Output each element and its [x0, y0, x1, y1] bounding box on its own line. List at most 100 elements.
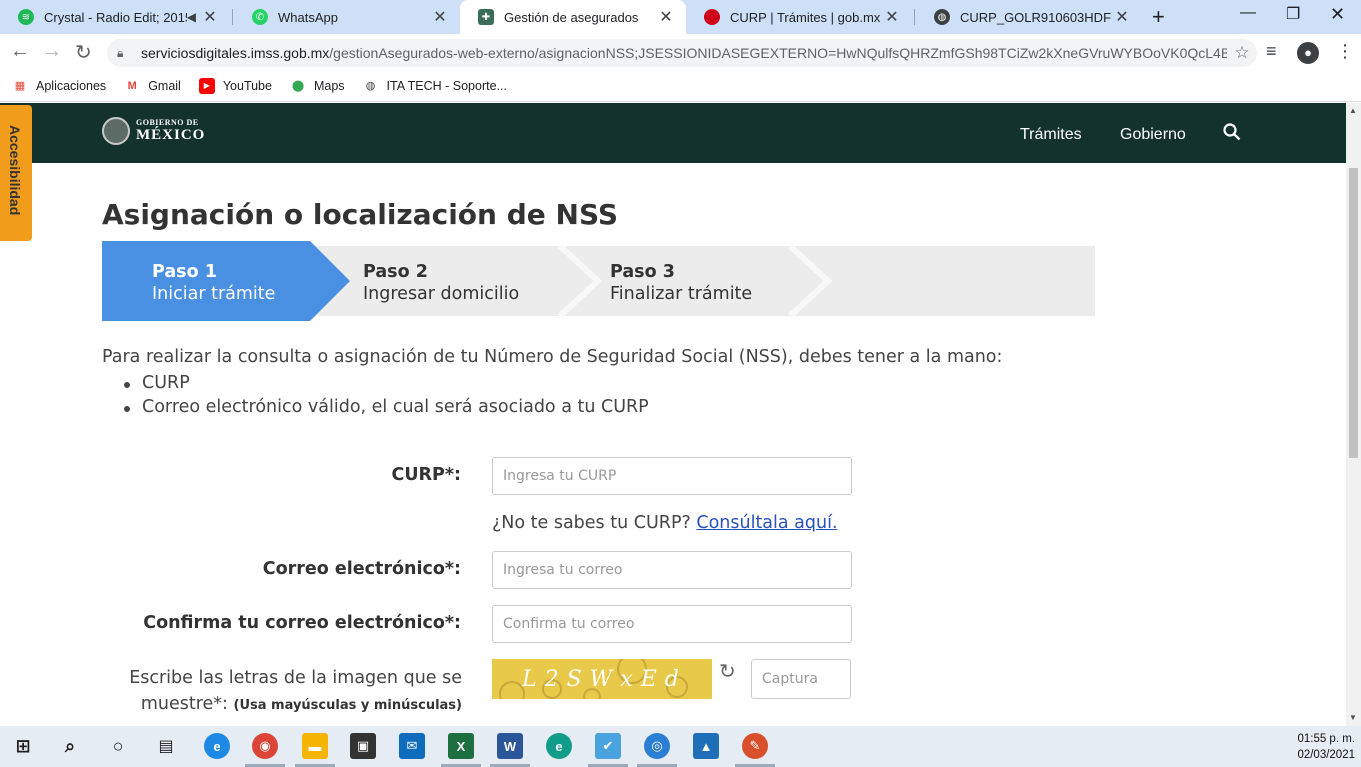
edge-icon[interactable]: e — [546, 733, 572, 759]
close-icon[interactable]: ✕ — [656, 7, 676, 27]
email-label: Correo electrónico*: — [262, 559, 461, 579]
tab-gestion-asegurados[interactable]: ✚ Gestión de asegurados ✕ — [460, 0, 686, 34]
word-icon[interactable]: W — [497, 733, 523, 759]
tab-curp-file[interactable]: ◍ CURP_GOLR910603HDFMNF0 ✕ — [916, 0, 1142, 34]
maps-pin-icon: ⬤ — [291, 80, 305, 92]
captcha-image: L2SWxEd — [492, 659, 712, 699]
speaker-icon[interactable]: ◀ — [187, 10, 196, 24]
tab-whatsapp[interactable]: ✆ WhatsApp ✕ — [234, 0, 460, 34]
consulta-curp-link[interactable]: Consúltala aquí. — [696, 513, 837, 533]
internet-explorer-icon[interactable]: e — [204, 733, 230, 759]
browser-tab-strip: ≋ Crystal - Radio Edit; 2015 I ◀ ✕ ✆ Wha… — [0, 0, 1361, 34]
scroll-up-icon[interactable]: ▲ — [1349, 106, 1357, 115]
globe-icon: ◍ — [365, 80, 376, 92]
list-item: CURP — [122, 373, 649, 397]
windows-taskbar: ⊞ ⌕ ○ ▤ e ◉ ▬ ▣ ✉ X W e ✔ ◎ ▲ ✎ 01:55 p.… — [0, 726, 1361, 767]
new-tab-button[interactable]: + — [1152, 4, 1165, 30]
bookmark-maps[interactable]: ⬤ Maps — [290, 78, 345, 94]
youtube-icon: ▶ — [198, 77, 215, 94]
bookmark-itatech[interactable]: ◍ ITA TECH - Soporte... — [363, 78, 507, 94]
gmail-icon: M — [127, 79, 137, 92]
gobierno-mexico-logo[interactable]: GOBIERNO DE MÉXICO — [102, 117, 205, 145]
captcha-input[interactable] — [751, 659, 851, 699]
email-field[interactable] — [492, 551, 852, 589]
back-button[interactable]: ← — [10, 40, 30, 63]
step-progress: Paso 1 Iniciar trámite Paso 2 Ingresar d… — [102, 241, 1095, 321]
mexico-seal-icon — [102, 117, 130, 145]
captcha-text: L2SWxEd — [522, 667, 687, 692]
chrome-icon[interactable]: ◉ — [252, 733, 278, 759]
photos-icon[interactable]: ▲ — [693, 733, 719, 759]
tab-title: CURP | Trámites | gob.mx — [730, 9, 881, 25]
system-clock[interactable]: 01:55 p. m. 02/03/2021 — [1297, 731, 1355, 763]
gobmx-icon — [704, 9, 720, 25]
refresh-captcha-icon[interactable]: ↻ — [719, 659, 736, 684]
step-2: Paso 2 Ingresar domicilio — [363, 262, 520, 304]
requirements-list: CURP Correo electrónico válido, el cual … — [122, 373, 649, 421]
excel-icon[interactable]: X — [448, 733, 474, 759]
gob-header: GOBIERNO DE MÉXICO Trámites Gobierno — [0, 103, 1346, 163]
confirm-email-field[interactable] — [492, 605, 852, 643]
tab-title: CURP_GOLR910603HDFMNF0 — [960, 9, 1112, 25]
lock-icon[interactable]: 🔒︎ — [117, 46, 131, 61]
media-queue-icon[interactable]: ≡ — [1266, 41, 1277, 62]
file-explorer-icon[interactable]: ▬ — [302, 733, 328, 759]
restore-button[interactable]: ❐ — [1286, 4, 1300, 24]
close-icon[interactable]: ✕ — [1112, 7, 1132, 27]
bookmarks-bar: ▦ Aplicaciones M Gmail ▶ YouTube ⬤ Maps ◍ ITA… — [0, 70, 1361, 102]
tab-title: Crystal - Radio Edit; 2015 I — [44, 9, 187, 25]
menu-icon[interactable]: ⋮ — [1336, 41, 1354, 62]
close-icon[interactable]: ✕ — [882, 7, 902, 27]
nav-tramites[interactable]: Trámites — [1020, 126, 1082, 144]
network-app-icon[interactable]: ◎ — [644, 733, 670, 759]
logo-line2: MÉXICO — [136, 127, 206, 143]
nav-gobierno[interactable]: Gobierno — [1120, 126, 1186, 144]
globe-icon: ◍ — [934, 9, 950, 25]
step-3: Paso 3 Finalizar trámite — [610, 262, 753, 304]
windows-start-icon[interactable]: ⊞ — [10, 733, 36, 759]
minimize-button[interactable]: — — [1240, 4, 1256, 22]
task-view-icon[interactable]: ▤ — [153, 733, 179, 759]
curp-input[interactable] — [492, 457, 852, 495]
page-title: Asignación o localización de NSS — [102, 198, 619, 231]
close-icon[interactable]: ✕ — [200, 7, 220, 27]
profile-avatar[interactable]: ● — [1297, 42, 1319, 64]
close-window-button[interactable]: ✕ — [1330, 4, 1345, 25]
list-item: Correo electrónico válido, el cual será … — [122, 397, 649, 421]
curp-label: CURP*: — [391, 465, 461, 485]
mail-icon[interactable]: ✉ — [399, 733, 425, 759]
curp-help: ¿No te sabes tu CURP? Consúltala aquí. — [492, 513, 838, 533]
cortana-icon[interactable]: ○ — [105, 733, 131, 759]
browser-toolbar: ← → ↻ 🔒︎ serviciosdigitales.imss.gob.mx/… — [0, 34, 1361, 70]
whatsapp-icon: ✆ — [252, 9, 268, 25]
intro-text: Para realizar la consulta o asignación d… — [102, 347, 1003, 367]
paint-app-icon[interactable]: ✎ — [742, 733, 768, 759]
search-icon[interactable] — [1223, 123, 1241, 147]
bookmark-apps[interactable]: ▦ Aplicaciones — [12, 78, 106, 94]
bookmark-star-icon[interactable]: ☆ — [1227, 43, 1257, 63]
bookmark-youtube[interactable]: ▶ YouTube — [198, 77, 272, 94]
reload-button[interactable]: ↻ — [75, 40, 92, 65]
checkmark-app-icon[interactable]: ✔ — [595, 733, 621, 759]
tab-curp-gobmx[interactable]: CURP | Trámites | gob.mx ✕ — [686, 0, 912, 34]
page-viewport: GOBIERNO DE MÉXICO Trámites Gobierno Acc… — [0, 103, 1346, 726]
apps-grid-icon: ▦ — [14, 80, 26, 92]
imss-icon: ✚ — [478, 9, 494, 25]
url-text[interactable]: serviciosdigitales.imss.gob.mx/gestionAs… — [141, 45, 1227, 61]
step-1: Paso 1 Iniciar trámite — [152, 262, 276, 304]
search-icon[interactable]: ⌕ — [57, 733, 83, 759]
spotify-icon: ≋ — [18, 9, 34, 25]
tab-title: WhatsApp — [278, 9, 338, 25]
scroll-thumb[interactable] — [1349, 168, 1358, 458]
captcha-label: Escribe las letras de la imagen que se m… — [129, 668, 462, 714]
page-scrollbar[interactable]: ▲ ▼ — [1346, 103, 1361, 726]
bookmark-gmail[interactable]: M Gmail — [124, 78, 181, 94]
close-icon[interactable]: ✕ — [430, 7, 450, 27]
confirm-email-label: Confirma tu correo electrónico*: — [143, 613, 461, 633]
forward-button[interactable]: → — [42, 40, 62, 63]
accessibility-tab[interactable]: Accesibilidad — [0, 105, 32, 241]
address-bar[interactable]: 🔒︎ serviciosdigitales.imss.gob.mx/gestio… — [107, 39, 1257, 67]
tab-spotify[interactable]: ≋ Crystal - Radio Edit; 2015 I ◀ ✕ — [0, 0, 230, 34]
scroll-down-icon[interactable]: ▼ — [1349, 713, 1357, 722]
store-icon[interactable]: ▣ — [350, 733, 376, 759]
